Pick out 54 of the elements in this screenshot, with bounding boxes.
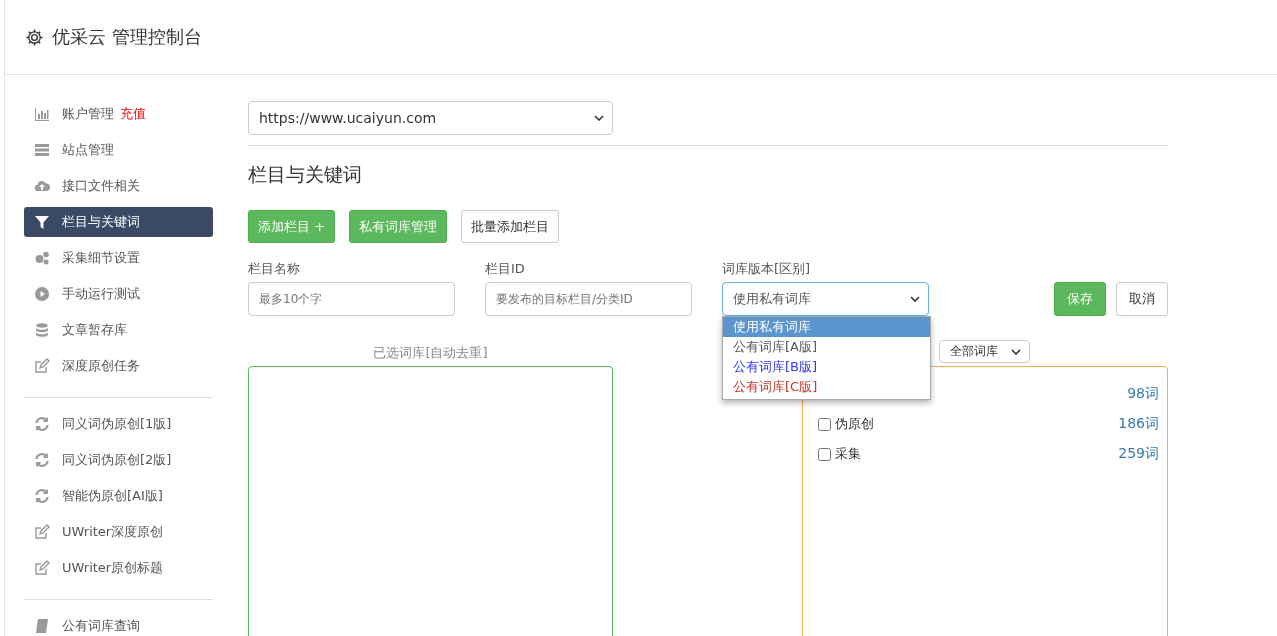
name-input[interactable]: 最多10个字 <box>248 282 455 316</box>
field-label: 栏目名称 <box>248 260 301 278</box>
sidebar-item[interactable]: 接口文件相关 <box>24 171 213 201</box>
sidebar-item[interactable]: 采集细节设置 <box>24 243 213 273</box>
settings-icon <box>25 27 44 47</box>
id-input[interactable]: 要发布的目标栏目/分类ID <box>485 282 692 316</box>
section-title: 栏目与关键词 <box>248 162 363 187</box>
sidebar-item[interactable]: UWriter深度原创 <box>24 517 213 547</box>
dropdown-option[interactable]: 公有词库[A版] <box>723 337 930 357</box>
play-icon <box>34 286 50 302</box>
edit-icon <box>34 358 50 374</box>
app-title: 优采云 管理控制台 <box>52 25 202 49</box>
field-label: 栏目ID <box>485 260 526 278</box>
sidebar-item[interactable]: 同义词伪原创[2版] <box>24 445 213 475</box>
sidebar-item[interactable]: UWriter原创标题 <box>24 553 213 583</box>
field-label: 词库版本[区别] <box>722 260 812 278</box>
sidebar-item[interactable]: 文章暂存库 <box>24 315 213 345</box>
sidebar-item[interactable]: 同义词伪原创[1版] <box>24 409 213 439</box>
refresh-icon <box>34 416 50 432</box>
word-count: 259词 <box>1118 445 1159 463</box>
sidebar-item[interactable]: 智能伪原创[AI版] <box>24 481 213 511</box>
refresh-icon <box>34 488 50 504</box>
library-checkbox[interactable] <box>818 417 831 431</box>
server-icon <box>34 142 50 158</box>
action-button[interactable]: 批量添加栏目 <box>461 210 560 243</box>
sidebar-item[interactable]: 站点管理 <box>24 135 213 165</box>
sidebar-item[interactable]: 账户管理 充值 <box>24 99 213 129</box>
word-count: 186词 <box>1118 415 1159 433</box>
dropdown-option[interactable]: 公有词库[C版] <box>723 377 930 397</box>
filter-icon <box>34 214 50 230</box>
bar-chart-icon <box>34 106 50 122</box>
chevron-down-icon <box>594 115 604 121</box>
cancel-button[interactable]: 取消 <box>1116 282 1168 316</box>
sidebar-item[interactable]: 公有词库查询 <box>24 611 213 636</box>
sidebar-item[interactable]: 栏目与关键词 <box>24 207 213 237</box>
sidebar-item[interactable]: 深度原创任务 <box>24 351 213 381</box>
chevron-down-icon <box>910 296 920 302</box>
site-select[interactable]: https://www.ucaiyun.com <box>248 101 613 135</box>
version-select[interactable]: 使用私有词库 <box>722 282 929 316</box>
word-count: 98词 <box>1127 385 1159 403</box>
library-name: 伪原创 <box>835 415 874 433</box>
cloud-upload-icon <box>34 178 50 194</box>
refresh-icon <box>34 452 50 468</box>
library-filter-select[interactable]: 全部词库 <box>939 340 1030 363</box>
recharge-link[interactable]: 充值 <box>120 105 146 123</box>
database-icon <box>34 322 50 338</box>
edit-icon <box>34 560 50 576</box>
selected-libraries-label: 已选词库[自动去重] <box>372 344 489 362</box>
dropdown-option[interactable]: 公有词库[B版] <box>723 357 930 377</box>
library-name: 采集 <box>835 445 861 463</box>
edit-icon <box>34 524 50 540</box>
chevron-down-icon <box>1011 348 1021 355</box>
sidebar-item[interactable]: 手动运行测试 <box>24 279 213 309</box>
library-checkbox[interactable] <box>818 447 831 461</box>
